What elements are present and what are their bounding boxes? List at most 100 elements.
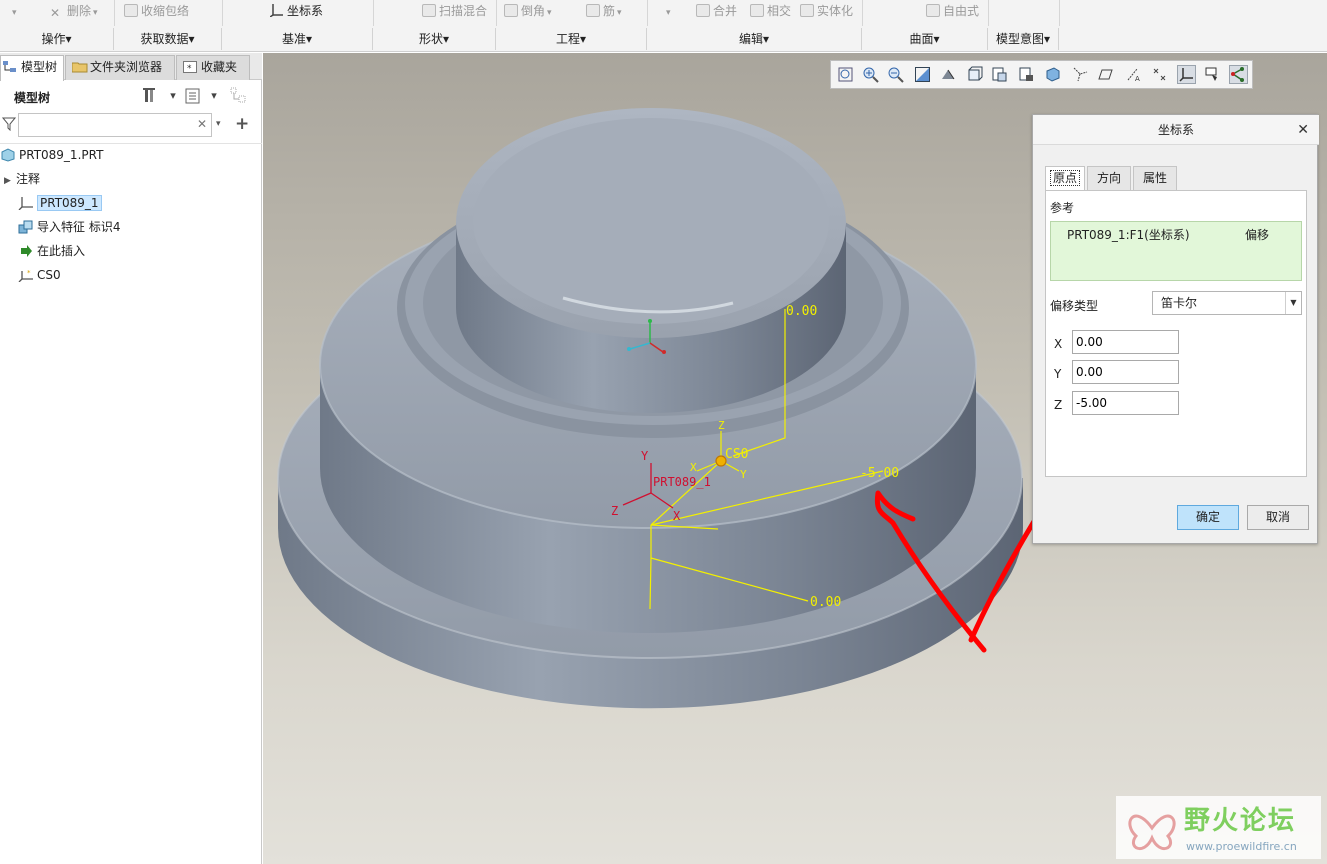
edit-dropdown[interactable]: ▾ xyxy=(664,2,671,20)
arrow-right-icon xyxy=(18,244,34,258)
ribbon-groups: 操作▾ 获取数据▾ 基准▾ 形状▾ 工程▾ 编辑▾ 曲面▾ 模型意图▾ xyxy=(0,28,1327,50)
group-operations[interactable]: 操作▾ xyxy=(0,28,114,50)
rib-button[interactable]: 筋 ▾ xyxy=(586,2,622,20)
group-model-intent[interactable]: 模型意图▾ xyxy=(988,28,1059,50)
references-label: 参考 xyxy=(1050,201,1075,215)
ref-axis-z: Z xyxy=(611,504,618,518)
tree-search-input[interactable] xyxy=(18,113,212,137)
offset-type-label: 偏移类型 xyxy=(1050,299,1099,313)
spin-center-icon[interactable] xyxy=(1229,65,1248,84)
show-icon[interactable] xyxy=(185,87,201,105)
tree-item-insert-here[interactable]: 在此插入 xyxy=(18,241,85,261)
chamfer-button[interactable]: 倒角 ▾ xyxy=(504,2,552,20)
datum-display-icon[interactable] xyxy=(1071,65,1090,84)
repaint-icon[interactable] xyxy=(913,65,932,84)
intersect-icon xyxy=(750,4,764,17)
ok-button[interactable]: 确定 xyxy=(1177,505,1239,530)
delete-button[interactable]: ✕ 删除 ▾ xyxy=(50,2,98,20)
ref-csys-label: PRT089_1 xyxy=(653,475,711,489)
chevron-down-icon: ▼ xyxy=(1285,292,1301,314)
dialog-tabs: 原点 方向 属性 xyxy=(1045,166,1307,191)
filter-icon[interactable] xyxy=(1,117,17,132)
refit-icon[interactable] xyxy=(836,65,855,84)
tree-settings-dropdown[interactable]: ▾ xyxy=(165,87,181,105)
perspective-icon[interactable] xyxy=(938,65,957,84)
shrinkwrap-button[interactable]: 收缩包络 xyxy=(124,2,189,20)
references-collector[interactable]: PRT089_1:F1(坐标系) 偏移 xyxy=(1050,221,1302,281)
solidify-icon xyxy=(800,4,814,17)
coordinate-system-dialog: 坐标系 ✕ 原点 方向 属性 参考 PRT089_1:F1(坐标系) 偏移 偏移… xyxy=(1032,114,1319,544)
swept-blend-icon xyxy=(422,4,436,17)
tab-model-tree[interactable]: 模型树 xyxy=(0,55,64,81)
group-datum[interactable]: 基准▾ xyxy=(222,28,373,50)
view-manager-icon[interactable] xyxy=(1017,65,1036,84)
part-icon xyxy=(0,148,16,162)
coordinate-system-button[interactable]: 坐标系 xyxy=(269,2,323,20)
dialog-title: 坐标系 xyxy=(1033,115,1319,145)
model-tree-icon xyxy=(3,58,17,72)
group-surfaces[interactable]: 曲面▾ xyxy=(862,28,988,50)
ribbon-commands: ▾ ✕ 删除 ▾ 收缩包络 坐标系 扫描混合 倒角 ▾ 筋 ▾ ▾ 合并 相交 实体化 … xyxy=(0,0,1327,22)
clear-icon[interactable]: ✕ xyxy=(195,117,209,131)
tab-folder-browser[interactable]: 文件夹浏览器 xyxy=(65,55,175,80)
tab-orientation[interactable]: 方向 xyxy=(1087,166,1131,190)
annotation-display-icon[interactable] xyxy=(1203,65,1222,84)
watermark-title: 野火论坛 xyxy=(1184,806,1297,836)
csys-icon xyxy=(18,196,34,211)
tree-item-cs0[interactable]: * CS0 xyxy=(18,265,61,285)
add-filter-button[interactable]: + xyxy=(235,114,249,134)
point-display-icon[interactable] xyxy=(1150,65,1169,84)
saved-orientations-icon[interactable] xyxy=(990,65,1009,84)
part-model[interactable] xyxy=(277,108,1023,709)
csys-display-icon[interactable] xyxy=(1177,65,1196,84)
tab-origin[interactable]: 原点 xyxy=(1045,166,1085,191)
close-icon[interactable]: ✕ xyxy=(1297,115,1309,145)
dimension-bottom: 0.00 xyxy=(810,595,841,610)
group-engineering[interactable]: 工程▾ xyxy=(496,28,647,50)
offset-type-select[interactable]: 笛卡尔 ▼ xyxy=(1152,291,1302,315)
cube-view-icon[interactable] xyxy=(1043,65,1062,84)
cs0-axis-x: X xyxy=(690,461,697,474)
tree-columns-icon[interactable] xyxy=(230,87,246,105)
group-shapes[interactable]: 形状▾ xyxy=(373,28,496,50)
merge-button[interactable]: 合并 xyxy=(696,2,737,20)
tree-settings-icon[interactable] xyxy=(143,87,159,105)
tree-item-root[interactable]: PRT089_1.PRT xyxy=(0,145,103,165)
cs0-axis-y: Y xyxy=(740,468,747,481)
cancel-button[interactable]: 取消 xyxy=(1247,505,1309,530)
tree-item-import-feature[interactable]: 导入特征 标识4 xyxy=(18,217,120,237)
z-offset-input[interactable] xyxy=(1072,391,1179,415)
axis-display-icon[interactable]: A xyxy=(1124,65,1143,84)
group-editing[interactable]: 编辑▾ xyxy=(647,28,862,50)
reference-constraint[interactable]: 偏移 xyxy=(1245,226,1269,243)
chevron-down-icon: ▾ xyxy=(12,8,17,18)
filter-dropdown[interactable]: ▾ xyxy=(216,119,221,129)
display-style-icon[interactable] xyxy=(965,65,984,84)
zoom-in-icon[interactable] xyxy=(861,65,880,84)
tree-item-annotations[interactable]: ▶ 注释 xyxy=(4,169,40,189)
shrinkwrap-icon xyxy=(124,4,138,17)
favorites-icon: * xyxy=(183,58,197,74)
csys-new-icon: * xyxy=(18,268,34,283)
y-offset-input[interactable] xyxy=(1072,360,1179,384)
reference-name[interactable]: PRT089_1:F1(坐标系) xyxy=(1067,226,1190,243)
solidify-button[interactable]: 实体化 xyxy=(800,2,853,20)
swept-blend-button[interactable]: 扫描混合 xyxy=(422,2,487,20)
tab-properties[interactable]: 属性 xyxy=(1133,166,1177,190)
ribbon-dropdown-left[interactable]: ▾ xyxy=(10,2,17,20)
freestyle-button[interactable]: 自由式 xyxy=(926,2,979,20)
delete-icon: ✕ xyxy=(50,6,61,20)
tree-title: 模型树 xyxy=(14,91,51,105)
csys-icon xyxy=(269,3,284,18)
plane-display-icon[interactable] xyxy=(1097,65,1116,84)
cs0-axis-z: Z xyxy=(718,419,725,432)
group-get-data[interactable]: 获取数据▾ xyxy=(114,28,222,50)
show-dropdown[interactable]: ▾ xyxy=(206,87,222,105)
zoom-out-icon[interactable] xyxy=(886,65,905,84)
rib-icon xyxy=(586,4,600,17)
x-offset-input[interactable] xyxy=(1072,330,1179,354)
expand-icon[interactable]: ▶ xyxy=(4,171,16,191)
intersect-button[interactable]: 相交 xyxy=(750,2,791,20)
tree-item-default-csys[interactable]: PRT089_1 xyxy=(18,193,102,213)
tab-favorites[interactable]: * 收藏夹 xyxy=(176,55,250,80)
